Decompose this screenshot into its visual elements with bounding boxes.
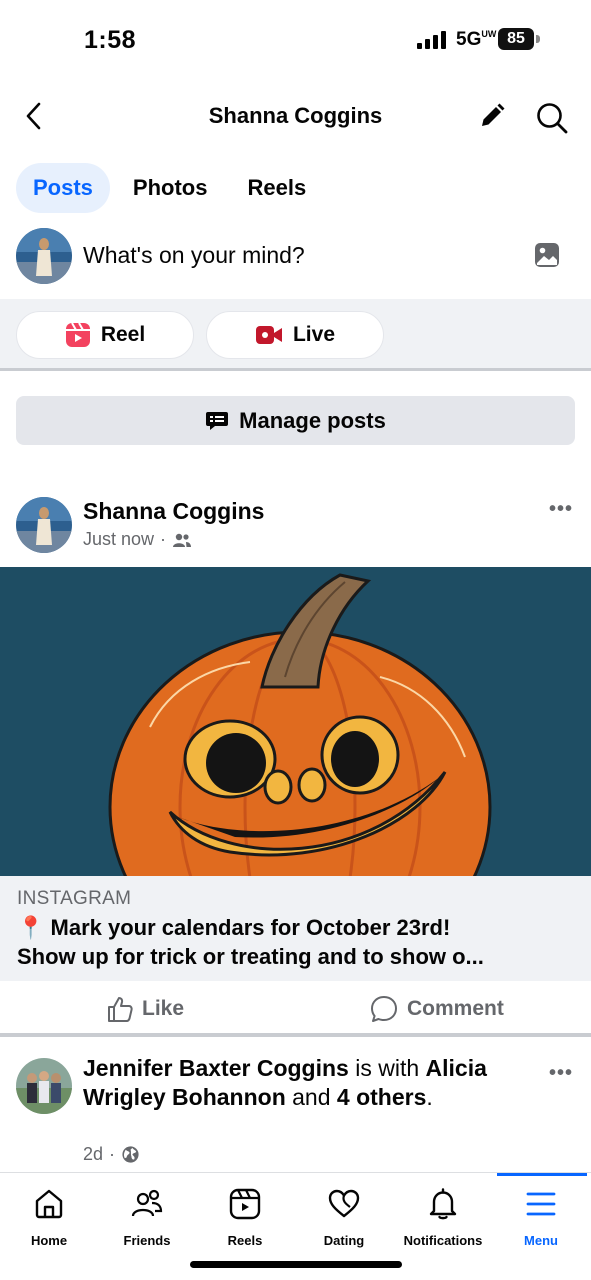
video-camera-icon <box>255 326 282 344</box>
nav-home[interactable]: Home <box>0 1183 98 1253</box>
with-text: is with <box>348 1055 426 1081</box>
tab-posts[interactable]: Posts <box>16 163 110 213</box>
signal-icon <box>417 31 446 49</box>
post-meta: Just now · <box>83 529 192 550</box>
post-2-meta: 2d · <box>83 1144 140 1165</box>
battery-nub <box>536 35 540 43</box>
home-indicator <box>190 1261 402 1268</box>
search-icon <box>537 103 568 134</box>
nav-reels[interactable]: Reels <box>196 1183 294 1253</box>
globe-icon[interactable] <box>121 1145 140 1164</box>
link-preview[interactable]: INSTAGRAM 📍 Mark your calendars for Octo… <box>0 876 591 981</box>
profile-tabs: Posts Photos Reels <box>16 163 323 213</box>
link-source: INSTAGRAM <box>17 888 132 909</box>
nav-dating-label: Dating <box>323 1233 365 1248</box>
post-actions: Like Comment <box>0 982 591 1037</box>
pumpkin-illustration <box>0 567 591 876</box>
reel-icon <box>65 322 90 347</box>
meta-dot: · <box>160 529 167 549</box>
friends-audience-icon[interactable] <box>172 532 192 548</box>
composer-input[interactable]: What's on your mind? <box>83 242 305 269</box>
manage-posts-label: Manage posts <box>239 407 386 433</box>
tab-photos[interactable]: Photos <box>116 163 225 213</box>
status-time: 1:58 <box>84 26 137 54</box>
period: . <box>426 1084 433 1110</box>
nav-friends[interactable]: Friends <box>98 1183 196 1253</box>
thumbs-up-icon <box>108 997 133 1022</box>
post-time: Just now <box>83 529 155 549</box>
nav-friends-label: Friends <box>123 1233 171 1248</box>
reel-button[interactable]: Reel <box>16 311 194 359</box>
post-author[interactable]: Shanna Coggins <box>83 498 264 525</box>
nav-menu[interactable]: Menu <box>492 1183 590 1253</box>
nav-home-label: Home <box>30 1233 68 1248</box>
tab-reels[interactable]: Reels <box>230 163 323 213</box>
more-options-icon[interactable]: ••• <box>546 1062 576 1086</box>
menu-icon <box>526 1192 556 1216</box>
avatar[interactable] <box>16 1058 72 1114</box>
composer: What's on your mind? <box>0 228 591 288</box>
post-image[interactable] <box>0 567 591 876</box>
and-text: and <box>285 1084 337 1110</box>
link-title-line-2: Show up for trick or treating and to sho… <box>17 944 484 969</box>
link-title-line-1: 📍 Mark your calendars for October 23rd! <box>17 915 451 940</box>
create-actions: Reel Live <box>0 299 591 371</box>
home-icon <box>35 1189 63 1219</box>
like-button[interactable]: Like <box>106 992 184 1026</box>
comment-icon <box>371 996 397 1022</box>
dating-icon <box>328 1189 360 1218</box>
photo-icon[interactable] <box>532 240 562 270</box>
manage-posts-button[interactable]: Manage posts <box>16 396 575 445</box>
live-button[interactable]: Live <box>206 311 384 359</box>
more-options-icon[interactable]: ••• <box>546 498 576 522</box>
nav-notifications[interactable]: Notifications <box>394 1183 492 1253</box>
avatar[interactable] <box>16 228 72 284</box>
nav-reels-label: Reels <box>227 1233 263 1248</box>
battery-icon: 85 <box>498 28 534 50</box>
nav-menu-label: Menu <box>524 1233 558 1248</box>
nav-dating[interactable]: Dating <box>295 1183 393 1253</box>
nav-notifications-label: Notifications <box>403 1233 483 1248</box>
post-header: Shanna Coggins Just now · ••• <box>0 496 591 556</box>
active-tab-indicator <box>497 1173 587 1176</box>
pencil-icon <box>482 103 505 126</box>
comment-button[interactable]: Comment <box>369 992 504 1026</box>
bell-icon <box>429 1188 457 1220</box>
edit-button[interactable] <box>472 96 512 136</box>
post-2-time: 2d <box>83 1144 104 1164</box>
tagged-others[interactable]: 4 others <box>337 1084 426 1110</box>
post-2: Jennifer Baxter Coggins is with Alicia W… <box>0 1050 591 1172</box>
message-list-icon <box>206 411 229 430</box>
network-label: 5GUW <box>456 29 497 50</box>
like-label: Like <box>142 997 185 1020</box>
avatar[interactable] <box>16 497 72 553</box>
comment-label: Comment <box>407 997 504 1020</box>
search-button[interactable] <box>530 96 574 140</box>
reel-label: Reel <box>100 323 146 346</box>
header: Shanna Coggins <box>0 88 591 146</box>
status-bar: 1:58 5GUW 85 <box>0 0 591 80</box>
reels-icon <box>229 1188 261 1220</box>
link-title: 📍 Mark your calendars for October 23rd! … <box>17 913 577 971</box>
post-2-headline: Jennifer Baxter Coggins is with Alicia W… <box>83 1054 523 1112</box>
live-label: Live <box>292 323 336 346</box>
friends-icon <box>131 1189 163 1217</box>
post-2-author[interactable]: Jennifer Baxter Coggins <box>83 1055 349 1081</box>
meta-dot: · <box>109 1144 116 1164</box>
